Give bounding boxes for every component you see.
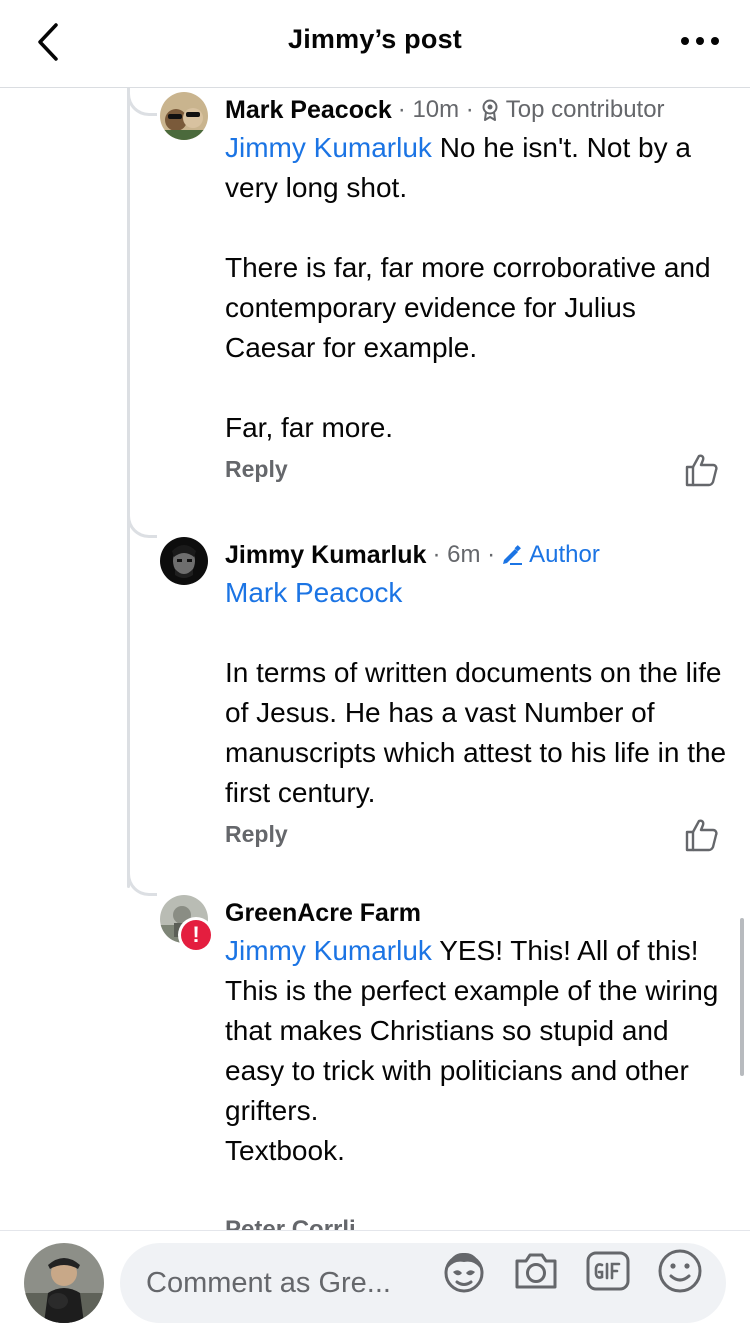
author-badge[interactable]: Author [501, 541, 600, 569]
next-comment-author-peek: Peter Corrli [225, 1218, 356, 1230]
comment-time: · 10m · [397, 96, 474, 123]
warning-icon: ! [181, 920, 211, 950]
emoji-button[interactable] [656, 1247, 704, 1295]
avatar-sticker-icon [444, 1252, 484, 1293]
comment-body: YES! This! All of this! This is the perf… [225, 935, 719, 1166]
comment-author[interactable]: GreenAcre Farm [225, 899, 421, 928]
more-options-button[interactable] [678, 26, 722, 56]
camera-icon [515, 1253, 557, 1289]
page-title: Jimmy’s post [288, 24, 462, 54]
mention-link[interactable]: Mark Peacock [225, 577, 402, 608]
comment-item: Jimmy Kumarluk · 6m · Author Mark Peacoc… [160, 537, 730, 857]
comment-input-placeholder[interactable]: Comment as Gre... [146, 1267, 426, 1300]
pencil-icon [503, 545, 523, 565]
scrollbar[interactable] [740, 918, 744, 1076]
avatar[interactable] [160, 92, 208, 140]
reply-button[interactable]: Reply [225, 456, 288, 483]
badge-label: Top contributor [505, 96, 665, 123]
comment-text: Jimmy Kumarluk YES! This! All of this! T… [225, 931, 730, 1171]
reply-button[interactable]: Reply [225, 821, 288, 848]
comment-composer: Comment as Gre... [0, 1230, 750, 1334]
comment-body: In terms of written documents on the lif… [225, 657, 727, 808]
top-bar: Jimmy’s post [0, 0, 750, 88]
award-icon [482, 99, 498, 121]
thumbs-up-icon[interactable] [684, 817, 720, 853]
avatar-sticker-button[interactable] [440, 1247, 488, 1295]
emoji-icon [658, 1249, 702, 1293]
comment-text: Mark Peacock In terms of written documen… [225, 573, 730, 813]
comment-item: Mark Peacock · 10m · Top contributor Jim… [160, 92, 730, 492]
thread-connector [127, 88, 157, 116]
comment-author[interactable]: Mark Peacock [225, 96, 392, 125]
thumbs-up-icon[interactable] [684, 452, 720, 488]
gif-button[interactable] [584, 1247, 632, 1295]
avatar[interactable] [160, 537, 208, 585]
comment-thread: Mark Peacock · 10m · Top contributor Jim… [0, 88, 750, 1230]
comment-time: · 6m · [432, 541, 496, 568]
comment-input[interactable]: Comment as Gre... [120, 1243, 726, 1323]
comment-item: ! GreenAcre Farm Jimmy Kumarluk YES! Thi… [160, 895, 730, 1171]
warning-badge: ! [178, 917, 214, 953]
comment-body: No he isn't. Not by a very long shot. Th… [225, 132, 711, 443]
thread-connector [127, 868, 157, 896]
comment-author[interactable]: Jimmy Kumarluk [225, 541, 426, 570]
top-contributor-badge[interactable]: Top contributor [480, 96, 665, 124]
comment-text: Jimmy Kumarluk No he isn't. Not by a ver… [225, 128, 730, 448]
badge-label: Author [529, 541, 600, 568]
avatar[interactable] [24, 1243, 104, 1323]
thread-connector [127, 510, 157, 538]
more-dots-icon [681, 37, 719, 45]
mention-link[interactable]: Jimmy Kumarluk [225, 132, 432, 163]
thread-line [127, 88, 130, 888]
gif-icon [586, 1251, 630, 1291]
camera-button[interactable] [512, 1247, 560, 1295]
mention-link[interactable]: Jimmy Kumarluk [225, 935, 432, 966]
